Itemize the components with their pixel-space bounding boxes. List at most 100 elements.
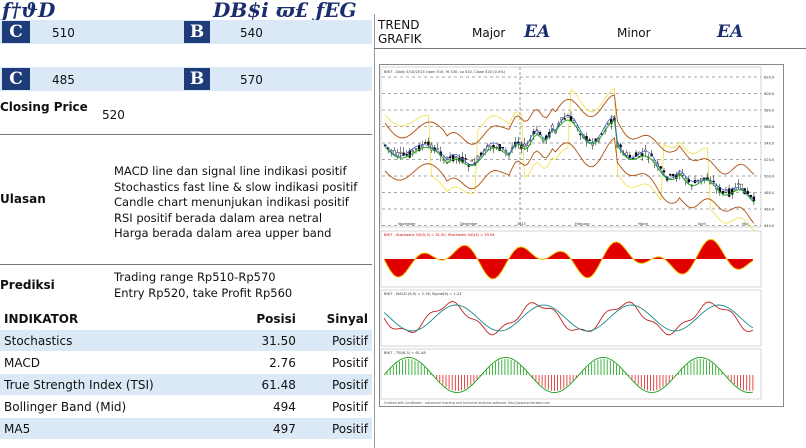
tsi-caption: BHIT - TSI(6,3) = 61.48	[384, 351, 426, 355]
ulasan-line: MACD line dan signal line indikasi posit…	[114, 164, 347, 178]
candle-body	[421, 145, 424, 148]
candle-body	[662, 170, 666, 173]
divider	[374, 48, 806, 49]
tsi-panel	[380, 348, 762, 400]
prediksi-text: Trading range Rp510-Rp570 Entry Rp520, t…	[114, 270, 292, 301]
candle-body	[737, 183, 740, 185]
month-label: April	[698, 222, 706, 226]
trend-minor-arrow-icon: EA	[717, 22, 744, 42]
trend-label: TREND GRAFIK	[378, 18, 422, 46]
price-tick-label: 560.0	[764, 125, 775, 129]
candle-body	[405, 154, 408, 156]
indicator-sinyal: Positif	[299, 329, 372, 352]
indicator-sinyal: Positif	[299, 395, 372, 418]
month-label: 2013	[517, 222, 526, 226]
candle-body	[669, 174, 672, 176]
candle-body	[427, 141, 430, 145]
candle-body	[566, 115, 570, 118]
price-panel-caption: BHIT - Daily 5/10/2013 Open 510, Hi 530,…	[384, 70, 506, 74]
candle-body	[625, 152, 629, 156]
ulasan-line: RSI positif berada dalam area netral	[114, 210, 323, 225]
support1-value: 510	[52, 26, 75, 40]
indicator-name: True Strength Index (TSI)	[0, 373, 231, 396]
month-label: November	[398, 222, 416, 226]
price-axis: 620.0 600.0 580.0 560.0 540.0 520.0 500.0 480.0…	[764, 76, 775, 229]
closing-price-value: 520	[102, 108, 125, 122]
divider	[0, 134, 372, 135]
price-tick-label: 500.0	[764, 175, 775, 179]
chart-svg: BHIT - Daily 5/10/2013 Open 510, Hi 530,…	[380, 66, 775, 405]
price-tick-label: 480.0	[764, 191, 775, 195]
table-header-row: INDIKATOR Posisi Sinyal	[0, 308, 372, 330]
table-row: Stochastics 31.50 Positif	[0, 329, 372, 352]
candle-body	[414, 148, 418, 150]
indicator-posisi: 497	[230, 417, 300, 440]
price-tick-label: 600.0	[764, 92, 775, 96]
macd-panel	[380, 289, 762, 347]
candle-body	[588, 139, 591, 141]
month-label: December	[460, 222, 478, 226]
price-tick-label: 620.0	[764, 76, 775, 80]
candle-body	[721, 190, 725, 194]
candle-body	[455, 156, 458, 158]
month-label: February	[575, 222, 590, 226]
price-tick-label: 520.0	[764, 158, 775, 162]
stochastic-caption: BHIT - Stochastic %K(5,3) = 31.50, Stoch…	[384, 233, 495, 237]
indicator-posisi: 494	[230, 395, 300, 418]
column-divider	[374, 14, 375, 448]
ulasan-text: MACD line dan signal line indikasi posit…	[114, 164, 357, 242]
candle-body	[752, 196, 756, 202]
trend-major-arrow-icon: EA	[524, 22, 551, 42]
candle-body	[411, 149, 415, 153]
price-tick-label: 460.0	[764, 208, 775, 212]
divider	[0, 264, 372, 265]
prediksi-line: Entry Rp520, take Profit Rp560	[114, 285, 293, 300]
indicator-sinyal: Positif	[299, 417, 372, 440]
technical-chart: BHIT - Daily 5/10/2013 Open 510, Hi 530,…	[379, 64, 784, 407]
ulasan-line: Candle chart menunjukan indikasi positif	[114, 195, 349, 209]
candle-body	[628, 154, 632, 158]
indicator-sinyal: Positif	[299, 351, 372, 374]
indicator-posisi: 2.76	[230, 351, 300, 374]
prediksi-line: Trading range Rp510-Rp570	[114, 270, 276, 284]
column-header-sinyal: Sinyal	[299, 308, 372, 330]
indicator-name: MA5	[0, 417, 231, 440]
table-row: True Strength Index (TSI) 61.48 Positif	[0, 373, 372, 396]
trend-minor-label: Minor	[617, 26, 651, 40]
header-mid-glyph: DΒ$i ϖ£ ƒEG	[213, 0, 357, 22]
candle-body	[424, 142, 427, 144]
resistance-icon-2: B	[184, 68, 210, 90]
table-row: Bollinger Band (Mid) 494 Positif	[0, 395, 372, 418]
indicator-name: MACD	[0, 351, 231, 374]
resistance2-value: 570	[240, 73, 263, 87]
column-header-indikator: INDIKATOR	[0, 308, 231, 330]
price-tick-label: 580.0	[764, 109, 775, 113]
candle-body	[672, 174, 675, 177]
indicator-name: Bollinger Band (Mid)	[0, 395, 231, 418]
month-label: March	[638, 222, 648, 226]
ulasan-label: Ulasan	[0, 192, 46, 206]
closing-price-label: Closing Price	[0, 100, 88, 114]
support-icon: C	[2, 21, 30, 43]
resistance-icon: B	[184, 21, 210, 43]
indicator-table: INDIKATOR Posisi Sinyal Stochastics 31.5…	[0, 308, 372, 440]
resistance1-value: 540	[240, 26, 263, 40]
price-tick-label: 540.0	[764, 142, 775, 146]
chart-footer: Created with AmiBroker - advanced charti…	[384, 401, 550, 405]
candle-body	[641, 153, 644, 156]
column-header-posisi: Posisi	[230, 308, 300, 330]
indicator-sinyal: Positif	[299, 373, 372, 396]
candle-body	[470, 159, 474, 162]
candle-body	[464, 158, 467, 160]
candle-body	[659, 166, 663, 169]
price-tick-label: 440.0	[764, 224, 775, 228]
candle-body	[399, 152, 402, 154]
macd-caption: BHIT - MACD (6,9) = 2.76, Signal(6) = 1.…	[384, 292, 461, 296]
candle-body	[489, 145, 492, 148]
indicator-name: Stochastics	[0, 329, 231, 352]
ulasan-line: Stochastics fast line & slow indikasi po…	[114, 179, 358, 194]
candle-body	[703, 177, 706, 180]
trend-major-label: Major	[472, 26, 506, 40]
candle-body	[436, 148, 439, 150]
header-left-glyph: ƒ†ϑD	[2, 0, 56, 22]
